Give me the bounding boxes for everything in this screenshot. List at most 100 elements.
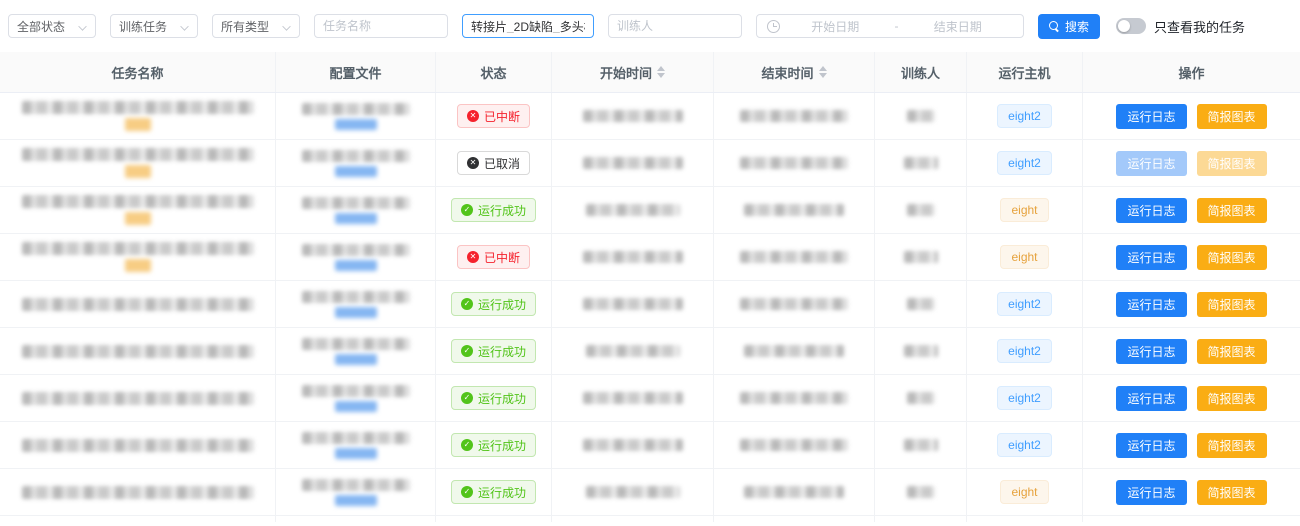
status-cell: ✓ 运行成功 [436,422,552,468]
status-filter-select[interactable]: 全部状态 [8,14,96,38]
host-cell: eight2 [967,375,1083,421]
config-file-redacted-text [302,244,410,256]
status-icon: ✓ [461,439,473,451]
config-file-link-redacted[interactable] [335,401,377,412]
run-log-button[interactable]: 运行日志 [1116,245,1186,270]
trainer-cell [875,422,967,468]
start-time-cell [552,516,714,522]
config-file-redacted-text [302,197,410,209]
start-date-placeholder: 开始日期 [780,18,891,35]
search-button[interactable]: 搜索 [1038,14,1100,39]
task-type-filter-select[interactable]: 训练任务 [110,14,198,38]
category-filter-select[interactable]: 所有类型 [212,14,300,38]
date-range-picker[interactable]: 开始日期 - 结束日期 [756,14,1024,38]
table-row: ✕ 已中断 eight2 运行日志 简报图表 [0,93,1300,140]
host-badge: eight2 [997,386,1052,410]
trainer-redacted [907,486,935,498]
config-file-link-redacted[interactable] [335,448,377,459]
column-header-status: 状态 [436,52,552,92]
host-cell: eight [967,187,1083,233]
run-log-button[interactable]: 运行日志 [1116,386,1186,411]
task-name-redacted-text [22,195,254,208]
config-file-redacted-text [302,385,410,397]
run-log-button[interactable]: 运行日志 [1116,198,1186,223]
status-cell: ✓ 运行成功 [436,469,552,515]
trainer-redacted [904,157,938,169]
report-chart-button[interactable]: 简报图表 [1197,386,1267,411]
host-cell: eight2 [967,281,1083,327]
run-log-button[interactable]: 运行日志 [1116,292,1186,317]
actions-cell: 运行日志 简报图表 [1083,328,1300,374]
status-cell: ✕ 已中断 [436,93,552,139]
end-time-cell [714,187,875,233]
end-time-cell [714,375,875,421]
model-name-input[interactable] [471,19,585,33]
task-name-cell [0,516,276,522]
actions-cell: 运行日志 简报图表 [1083,187,1300,233]
host-cell: eight2 [967,328,1083,374]
actions-cell: 运行日志 简报图表 [1083,234,1300,280]
config-file-cell [276,328,436,374]
status-cell: ✕ 已取消 [436,140,552,186]
actions-cell: 运行日志 简报图表 [1083,140,1300,186]
start-time-cell [552,281,714,327]
report-chart-button[interactable]: 简报图表 [1197,104,1267,129]
column-header-start-time: 开始时间 [552,52,714,92]
status-icon: ✓ [461,204,473,216]
config-file-link-redacted[interactable] [335,495,377,506]
report-chart-button[interactable]: 简报图表 [1197,339,1267,364]
start-time-cell [552,93,714,139]
config-file-link-redacted[interactable] [335,166,377,177]
config-file-link-redacted[interactable] [335,260,377,271]
config-file-link-redacted[interactable] [335,354,377,365]
task-name-input[interactable] [323,19,439,33]
status-badge: ✓ 运行成功 [451,198,536,222]
report-chart-button[interactable]: 简报图表 [1197,433,1267,458]
report-chart-button[interactable]: 简报图表 [1197,245,1267,270]
end-date-placeholder: 结束日期 [903,18,1014,35]
run-log-button[interactable]: 运行日志 [1116,480,1186,505]
report-chart-button[interactable]: 简报图表 [1197,292,1267,317]
status-badge: ✓ 运行成功 [451,386,536,410]
trainer-input[interactable] [617,19,733,33]
status-cell: ✓ 运行成功 [436,281,552,327]
config-file-link-redacted[interactable] [335,307,377,318]
run-log-button[interactable]: 运行日志 [1116,339,1186,364]
status-cell: ✓ 运行成功 [436,187,552,233]
start-time-redacted [583,157,683,169]
host-cell: eight [967,234,1083,280]
task-name-cell [0,328,276,374]
config-file-link-redacted[interactable] [335,119,377,130]
config-file-link-redacted[interactable] [335,213,377,224]
config-file-cell [276,281,436,327]
report-chart-button[interactable]: 简报图表 [1197,198,1267,223]
filter-bar: 全部状态 训练任务 所有类型 开始日期 - 结束日期 搜索 只查看我的任务 [0,0,1300,52]
model-name-input-wrap [462,14,594,38]
table-row: ✓ 运行成功 eight2 运行日志 简报图表 [0,328,1300,375]
status-badge: ✕ 已中断 [457,245,530,269]
end-time-redacted [740,298,848,310]
trainer-redacted [907,204,935,216]
actions-cell: 运行日志 简报图表 [1083,281,1300,327]
toggle-knob [1118,20,1130,32]
trainer-cell [875,234,967,280]
column-header-config-file: 配置文件 [276,52,436,92]
status-badge: ✕ 已中断 [457,104,530,128]
my-tasks-toggle[interactable] [1116,18,1146,34]
sort-icon[interactable] [819,66,827,78]
sort-icon[interactable] [657,66,665,78]
task-type-filter-value: 训练任务 [119,18,167,35]
end-time-cell [714,422,875,468]
task-name-redacted-text [22,298,254,311]
start-time-redacted [583,392,683,404]
start-time-redacted [583,251,683,263]
run-log-button[interactable]: 运行日志 [1116,104,1186,129]
start-time-cell [552,422,714,468]
run-log-button[interactable]: 运行日志 [1116,433,1186,458]
trainer-cell [875,281,967,327]
trainer-redacted [907,110,935,122]
column-header-end-time: 结束时间 [714,52,875,92]
trainer-cell [875,93,967,139]
host-cell: eight2 [967,93,1083,139]
report-chart-button[interactable]: 简报图表 [1197,480,1267,505]
